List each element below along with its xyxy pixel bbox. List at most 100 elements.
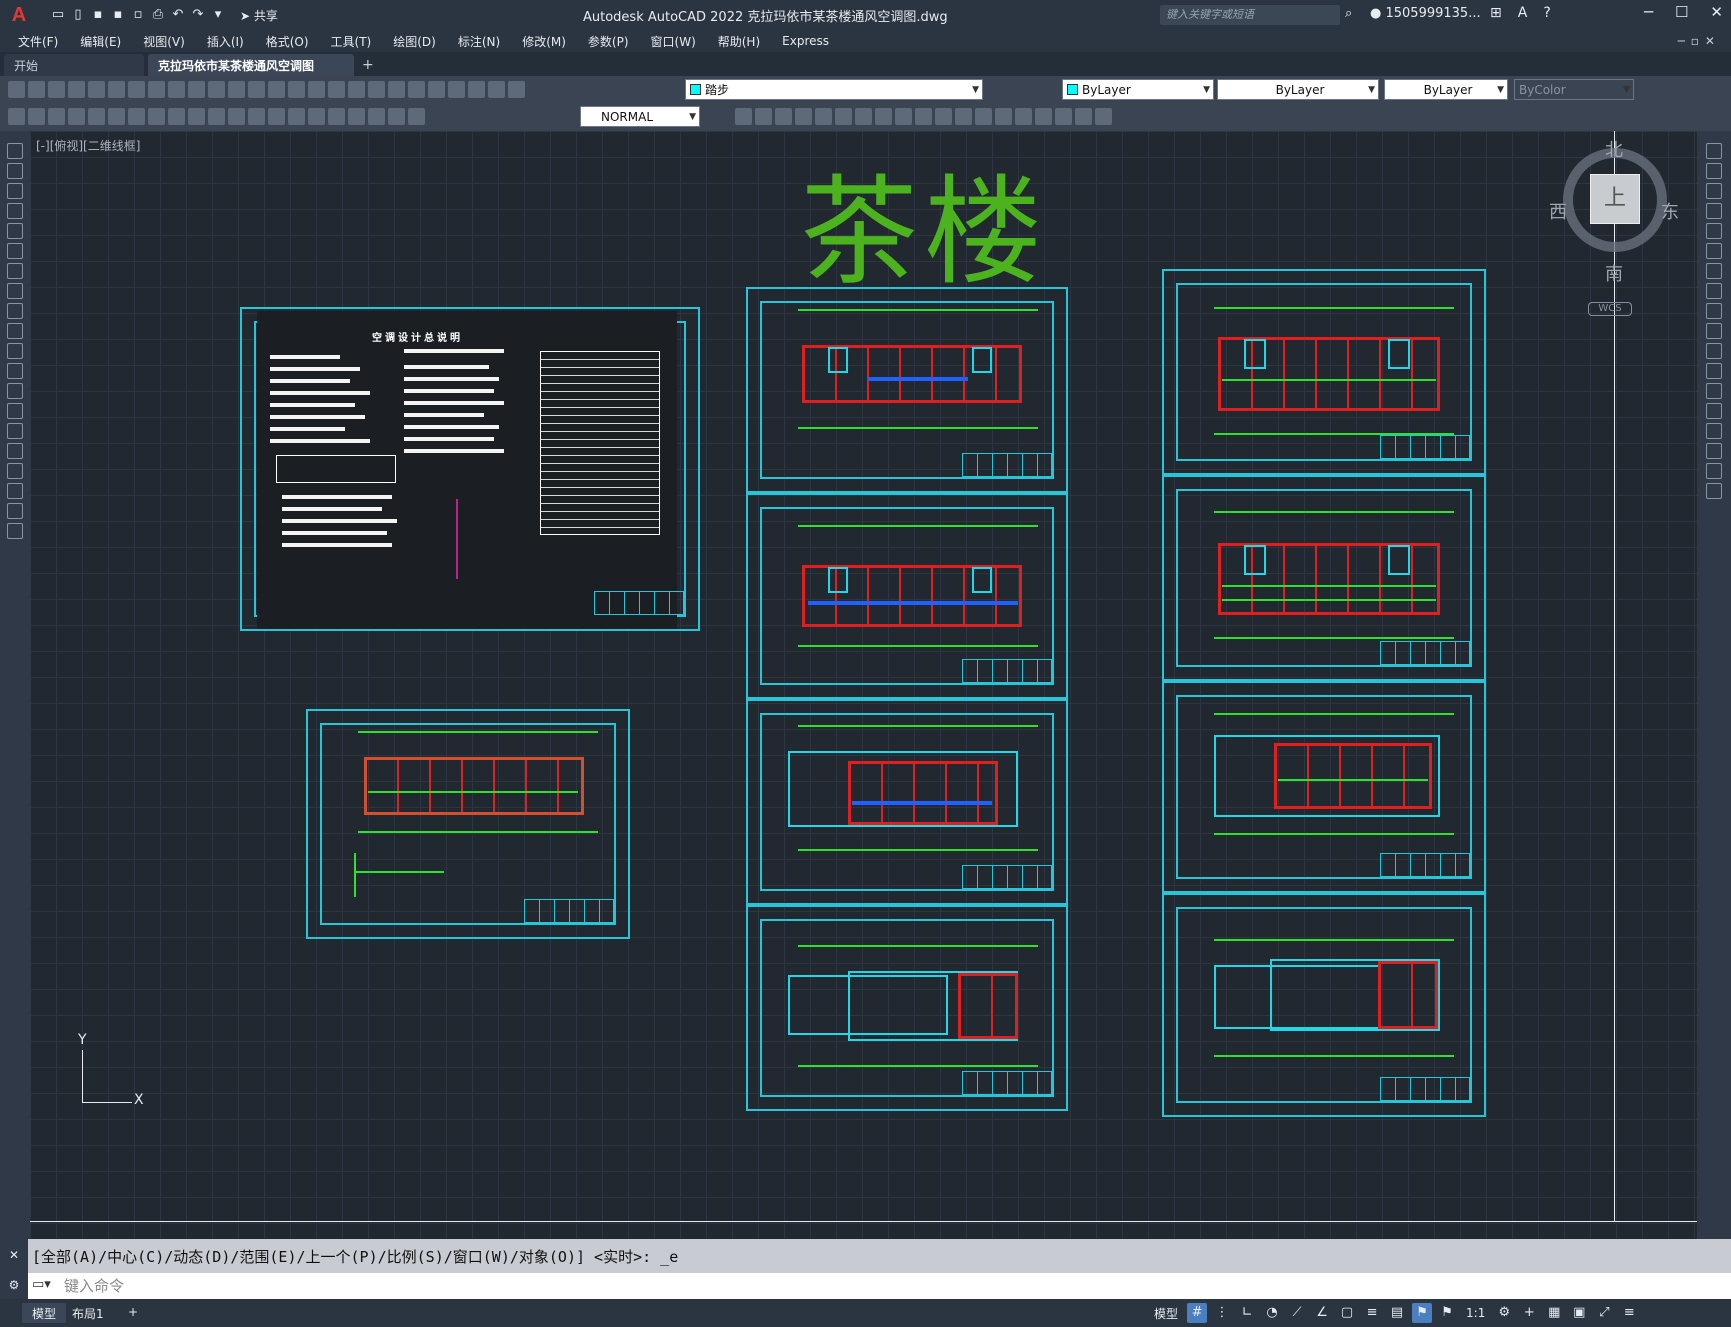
center-mark-icon[interactable] [308, 108, 325, 125]
sheet-floor-7[interactable] [1162, 681, 1486, 893]
compass-north[interactable]: 北 [1605, 136, 1623, 162]
baseline-icon[interactable] [248, 108, 265, 125]
tab-model[interactable]: 模型 [22, 1303, 67, 1323]
tool-icon[interactable] [28, 108, 45, 125]
spline-icon[interactable] [7, 303, 23, 319]
ellipse-icon[interactable] [7, 323, 23, 339]
lineweight-icon[interactable]: ≡ [1362, 1303, 1382, 1323]
circle-icon[interactable] [7, 263, 23, 279]
sheet-set-icon[interactable] [428, 81, 445, 98]
erase-icon[interactable] [1706, 143, 1722, 159]
quick-dim-icon[interactable] [228, 108, 245, 125]
arc-length-icon[interactable] [108, 108, 125, 125]
tool-icon[interactable] [775, 108, 792, 125]
lineweight-dropdown[interactable]: ByLayer ▼ [1384, 79, 1508, 100]
insert-block-icon[interactable] [7, 363, 23, 379]
sheet-floor-1[interactable] [746, 287, 1068, 493]
tool-icon[interactable] [1075, 108, 1092, 125]
annotation-monitor-icon[interactable]: + [1519, 1303, 1539, 1323]
close-window-button[interactable]: ✕ [1710, 3, 1723, 21]
break-icon[interactable] [1706, 383, 1722, 399]
dimstyle-dropdown[interactable]: NORMAL ▼ [580, 106, 700, 127]
tool-icon[interactable] [1095, 108, 1112, 125]
add-layout-button[interactable]: + [118, 1303, 148, 1323]
zoom-realtime-icon[interactable] [308, 81, 325, 98]
explode-icon[interactable] [1706, 483, 1722, 499]
jog-linear-icon[interactable] [348, 108, 365, 125]
clean-screen-icon[interactable]: ⤢ [1594, 1303, 1614, 1323]
undo-tool-icon[interactable] [248, 81, 265, 98]
redo-tool-icon[interactable] [268, 81, 285, 98]
autocad-logo-icon[interactable]: A [6, 2, 32, 28]
array-icon[interactable] [1706, 223, 1722, 239]
menu-format[interactable]: 格式(O) [266, 33, 309, 50]
recent-commands-icon[interactable]: ▭▾ [32, 1277, 51, 1292]
units-icon[interactable]: ▦ [1544, 1303, 1564, 1323]
grid-icon[interactable]: # [1187, 1303, 1208, 1323]
region-icon[interactable] [7, 463, 23, 479]
color-dropdown[interactable]: ByLayer ▼ [1062, 79, 1214, 100]
save-icon[interactable]: ▪ [90, 7, 106, 23]
construction-line-icon[interactable] [7, 163, 23, 179]
compass-south[interactable]: 南 [1605, 260, 1623, 286]
zoom-window-icon[interactable] [328, 81, 345, 98]
menu-draw[interactable]: 绘图(D) [393, 33, 436, 50]
auto-scale-icon[interactable]: ⚑ [1437, 1303, 1457, 1323]
viewcube-top-face[interactable]: 上 [1590, 174, 1640, 224]
point-icon[interactable] [7, 403, 23, 419]
cart-icon[interactable]: ⊞ [1490, 5, 1502, 21]
menu-help[interactable]: 帮助(H) [718, 33, 760, 50]
help-icon[interactable]: ? [1543, 5, 1550, 21]
tool-icon[interactable] [995, 108, 1012, 125]
inspect-icon[interactable] [328, 108, 345, 125]
isodraft-icon[interactable]: ⟋ [1287, 1303, 1307, 1323]
trim-icon[interactable] [1706, 323, 1722, 339]
layer-dropdown[interactable]: 踏步 ▼ [685, 79, 983, 100]
polygon-icon[interactable] [7, 203, 23, 219]
new-tab-button[interactable]: + [362, 57, 374, 73]
redo-icon[interactable]: ↷ [190, 7, 206, 23]
ordinate-icon[interactable] [128, 108, 145, 125]
workspace-gear-icon[interactable]: ⚙ [1494, 1303, 1514, 1323]
tab-start[interactable]: 开始 [4, 54, 144, 76]
3d-print-icon[interactable] [128, 81, 145, 98]
tool-icon[interactable] [48, 108, 65, 125]
arc-icon[interactable] [7, 243, 23, 259]
menu-view[interactable]: 视图(V) [143, 33, 185, 50]
ortho-icon[interactable]: ∟ [1237, 1303, 1257, 1323]
hatch-icon[interactable] [7, 423, 23, 439]
model-space-button[interactable]: 模型 [1150, 1305, 1182, 1322]
block-editor-icon[interactable] [228, 81, 245, 98]
offset-icon[interactable] [1706, 203, 1722, 219]
make-block-icon[interactable] [7, 383, 23, 399]
customization-icon[interactable]: ≡ [1619, 1303, 1639, 1323]
object-snap-icon[interactable]: ▢ [1337, 1303, 1357, 1323]
menu-express[interactable]: Express [782, 34, 829, 48]
preview-icon[interactable] [88, 81, 105, 98]
markup-icon[interactable] [448, 81, 465, 98]
tool-icon[interactable] [1015, 108, 1032, 125]
ellipse-arc-icon[interactable] [7, 343, 23, 359]
polyline-icon[interactable] [7, 183, 23, 199]
compass-west[interactable]: 西 [1549, 198, 1567, 224]
angular-icon[interactable] [208, 108, 225, 125]
help-tool-icon[interactable] [488, 81, 505, 98]
tool-palettes-icon[interactable] [408, 81, 425, 98]
share-button[interactable]: ➤ 共享 [240, 7, 278, 24]
wcs-menu[interactable]: WCS [1588, 302, 1632, 316]
customize-dropdown-icon[interactable]: ▾ [210, 7, 226, 23]
search-input[interactable]: 键入关键字或短语 [1160, 5, 1340, 25]
sheet-floor-8[interactable] [1162, 893, 1486, 1117]
open-web-icon[interactable]: ▫ [130, 7, 146, 23]
polar-icon[interactable]: ◔ [1262, 1303, 1282, 1323]
zoom-previous-icon[interactable] [348, 81, 365, 98]
tool-icon[interactable] [855, 108, 872, 125]
design-center-icon[interactable] [388, 81, 405, 98]
sheet-design-notes[interactable]: 空调设计总说明 [240, 307, 700, 631]
jogged-icon[interactable] [168, 108, 185, 125]
menu-modify[interactable]: 修改(M) [522, 33, 566, 50]
qnew-icon[interactable] [8, 81, 25, 98]
new-file-icon[interactable]: ▭ [50, 7, 66, 23]
stretch-icon[interactable] [1706, 303, 1722, 319]
diameter-icon[interactable] [188, 108, 205, 125]
